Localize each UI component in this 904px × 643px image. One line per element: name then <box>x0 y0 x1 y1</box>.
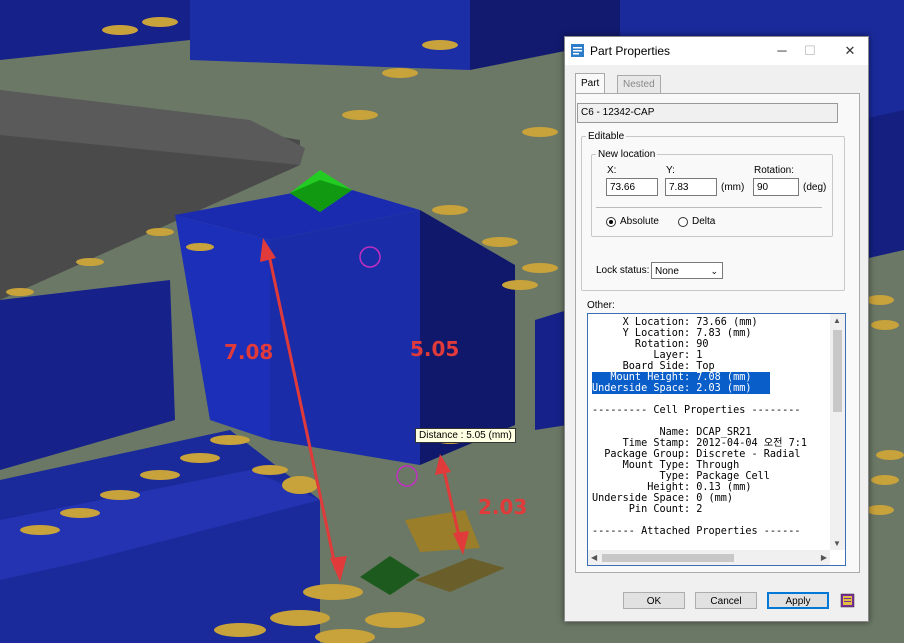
other-label: Other: <box>587 300 615 311</box>
y-input[interactable]: 7.83 <box>665 178 717 196</box>
other-line: Layer: 1 <box>592 350 703 361</box>
other-line: Name: DCAP_SR21 <box>592 427 752 438</box>
ok-button[interactable]: OK <box>623 592 685 609</box>
other-line: Time Stamp: 2012-04-04 오전 7:1 <box>592 438 808 449</box>
delta-label: Delta <box>692 216 716 227</box>
other-line: Underside Space: 2.03 (mm) <box>592 383 770 394</box>
separator <box>596 207 822 208</box>
absolute-label: Absolute <box>620 216 659 227</box>
mm-unit-label: (mm) <box>721 182 745 193</box>
other-line <box>592 394 828 405</box>
component-block <box>190 0 470 70</box>
x-label: X: <box>607 165 617 176</box>
tab-part[interactable]: Part <box>575 73 606 93</box>
other-line: Board Side: Top <box>592 361 715 372</box>
app-icon <box>571 44 584 57</box>
part-properties-dialog: Part Properties ─ ☐ ✕ Part Nested Cells … <box>564 36 869 622</box>
other-properties-text: X Location: 73.66 (mm) Y Location: 7.83 … <box>592 317 828 537</box>
other-line: Y Location: 7.83 (mm) <box>592 328 752 339</box>
chevron-down-icon: ⌄ <box>710 266 718 276</box>
rotation-label: Rotation: <box>754 165 795 176</box>
x-input[interactable]: 73.66 <box>606 178 658 196</box>
other-line: X Location: 73.66 (mm) <box>592 317 758 328</box>
scroll-right-icon[interactable]: ▶ <box>821 553 827 562</box>
scroll-left-icon[interactable]: ◀ <box>591 553 597 562</box>
other-line: --------- Cell Properties -------- <box>592 405 801 416</box>
other-line: Underside Space: 0 (mm) <box>592 493 734 504</box>
scroll-up-icon[interactable]: ▲ <box>833 316 841 325</box>
close-button[interactable]: ✕ <box>833 37 867 65</box>
capacitor-front-face <box>270 210 420 465</box>
horizontal-scroll-thumb[interactable] <box>602 554 734 562</box>
lock-status-label: Lock status: <box>596 265 650 276</box>
underside-annotation: 2.03 <box>478 495 528 519</box>
vertical-scroll-thumb[interactable] <box>833 330 842 412</box>
other-line: Package Group: Discrete - Radial <box>592 449 801 460</box>
other-line: Pin Count: 2 <box>592 504 703 515</box>
distance-annotation: 5.05 <box>410 337 460 361</box>
y-label: Y: <box>666 165 675 176</box>
delta-radio[interactable] <box>678 217 688 227</box>
help-book-icon[interactable] <box>839 592 857 609</box>
part-name-field: C6 - 12342-CAP <box>577 103 838 123</box>
distance-tooltip: Distance : 5.05 (mm) <box>415 428 516 443</box>
other-properties-list[interactable]: X Location: 73.66 (mm) Y Location: 7.83 … <box>587 313 846 566</box>
deg-unit-label: (deg) <box>803 182 827 193</box>
height-annotation: 7.08 <box>224 340 274 364</box>
vertical-scrollbar[interactable]: ▲ ▼ <box>830 314 845 550</box>
other-line: Height: 0.13 (mm) <box>592 482 752 493</box>
lock-status-value: None <box>655 266 679 277</box>
other-line <box>592 416 828 427</box>
tab-nested-cells[interactable]: Nested Cells <box>617 75 661 107</box>
other-line: ------- Attached Properties ------ <box>592 526 801 537</box>
editable-label: Editable <box>588 131 625 142</box>
scroll-down-icon[interactable]: ▼ <box>833 539 841 548</box>
apply-button[interactable]: Apply <box>767 592 829 609</box>
absolute-radio[interactable] <box>606 217 616 227</box>
other-line: Mount Type: Through <box>592 460 740 471</box>
other-line: Mount Height: 7.08 (mm) <box>592 372 770 383</box>
other-line: Rotation: 90 <box>592 339 709 350</box>
new-location-label: New location <box>598 149 656 160</box>
title-bar[interactable]: Part Properties ─ ☐ ✕ <box>565 37 868 65</box>
other-line: Type: Package Cell <box>592 471 770 482</box>
dialog-title: Part Properties <box>590 44 671 58</box>
horizontal-scrollbar[interactable]: ◀ ▶ <box>588 550 830 565</box>
cancel-button[interactable]: Cancel <box>695 592 757 609</box>
other-line <box>592 515 828 526</box>
lock-status-select[interactable]: None ⌄ <box>651 262 723 279</box>
maximize-button[interactable]: ☐ <box>793 37 827 65</box>
rotation-input[interactable]: 90 <box>753 178 799 196</box>
